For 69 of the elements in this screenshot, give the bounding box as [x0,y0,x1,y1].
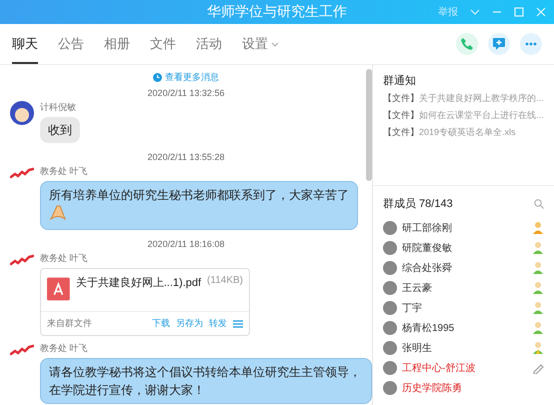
notice-item[interactable]: 【文件】关于共建良好网上教学秩序的... [383,92,544,105]
tab[interactable]: 设置 [242,24,279,64]
scrollbar[interactable] [366,69,372,181]
member-person-icon [532,341,544,354]
member-person-icon [532,221,544,234]
member-avatar [383,320,397,334]
member-avatar [383,260,397,274]
menu-icon [233,320,243,328]
more-button[interactable] [520,33,542,55]
file-name: 关于共建良好网上...1).pdf [76,276,202,290]
add-message-icon [492,37,506,51]
search-icon [534,198,544,208]
member-avatar [383,280,397,294]
close-icon [536,7,546,17]
member-name[interactable]: 王云豪 [402,280,527,294]
squiggle-avatar-icon [10,252,34,268]
member-avatar [383,240,397,254]
avatar-icon [10,101,34,125]
sender-name: 教务处 叶飞 [40,342,88,355]
squiggle-avatar-icon [10,342,34,358]
member-person-icon [532,301,544,314]
member-avatar [383,220,397,234]
chevron-down-icon [470,9,480,15]
notice-item[interactable]: 【文件】如何在云课堂平台上进行在线... [383,109,544,122]
add-message-button[interactable] [488,33,510,55]
tab[interactable]: 公告 [58,24,84,64]
notice-item[interactable]: 【文件】2019专硕英语名单全.xls [383,126,544,139]
member-name[interactable]: 张明生 [402,340,527,354]
phone-button[interactable] [456,33,478,55]
notice-title: 群通知 [383,74,417,88]
member-name[interactable]: 丁宇 [402,300,527,314]
message-timestamp: 2020/2/11 13:32:56 [146,87,226,100]
member-person-icon [532,281,544,294]
member-avatar [383,340,397,354]
squiggle-avatar-icon [10,165,34,181]
file-size: (114KB) [207,275,243,286]
member-name[interactable]: 研工部徐刚 [402,220,527,234]
member-name[interactable]: 杨青松1995 [402,320,527,334]
sender-name: 教务处 叶飞 [40,252,88,265]
member-person-icon [532,321,544,334]
member-name[interactable]: 研院董俊敏 [402,240,527,254]
member-name[interactable]: 综合处张舜 [402,260,527,274]
maximize-icon [514,7,524,17]
member-name[interactable]: 历史学院陈勇 [402,380,544,394]
member-avatar [383,380,397,394]
sender-name: 教务处 叶飞 [40,165,88,178]
member-person-icon [532,241,544,254]
sender-name: 计科倪敏 [40,101,76,114]
member-avatar [383,300,397,314]
member-avatar [383,360,397,374]
pdf-file-icon [47,275,70,303]
caret-icon [271,42,279,46]
tab[interactable]: 相册 [104,24,130,64]
message-bubble: 请各位教学秘书将这个倡议书转给本单位研究生主管领导，在学院进行宣传，谢谢大家！ [40,358,372,404]
message-bubble: 所有培养单位的研究生秘书老师都联系到了，大家辛苦了 [40,181,358,230]
members-title: 群成员 78/143 [383,197,453,211]
message-bubble: 收到 [40,117,80,143]
tab[interactable]: 聊天 [12,24,38,64]
phone-icon [460,37,474,51]
pencil-icon [532,362,544,374]
file-source: 来自群文件 [47,317,93,330]
message-timestamp: 2020/2/11 18:16:08 [146,238,226,251]
window-title: 华师学位与研究生工作 [206,3,348,21]
member-person-icon [532,261,544,274]
message-timestamp: 2020/2/11 13:55:28 [146,151,226,164]
tab[interactable]: 活动 [196,24,222,64]
member-name[interactable]: 工程中心-舒江波 [402,360,527,374]
clock-icon [153,73,162,82]
tab[interactable]: 文件 [150,24,176,64]
